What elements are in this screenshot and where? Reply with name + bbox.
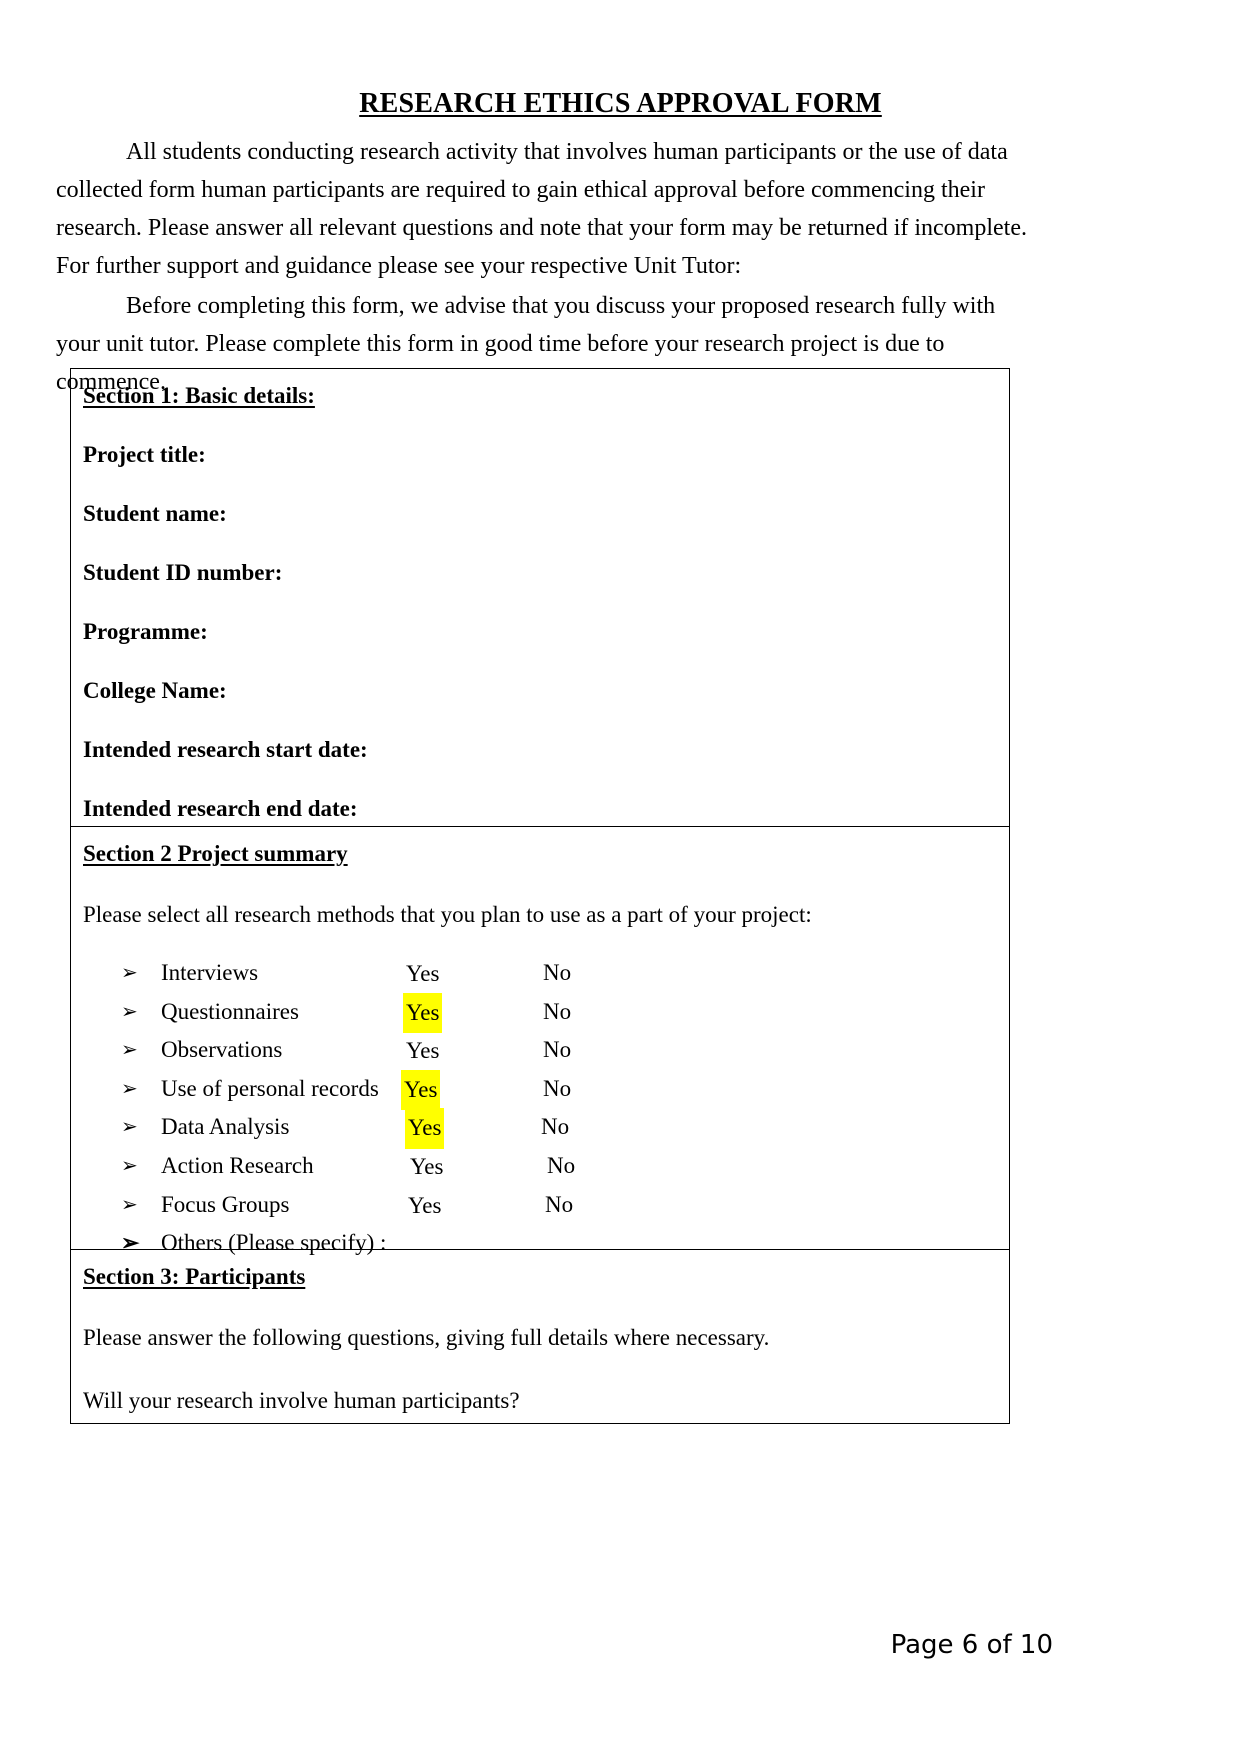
section-1-heading-text: Section 1: Basic details: [83, 383, 315, 408]
arrow-bullet-icon: ➢ [121, 1039, 138, 1062]
method-row: ➢ Interviews Yes No [83, 954, 997, 993]
method-no-option[interactable]: No [545, 1186, 573, 1225]
method-no-option[interactable]: No [543, 993, 571, 1032]
method-label: Data Analysis [161, 1114, 290, 1140]
method-no-option[interactable]: No [543, 1031, 571, 1070]
method-row: ➢ Observations Yes No [83, 1031, 997, 1070]
field-intended-research-end-date[interactable]: Intended research end date: [83, 763, 997, 822]
method-row: ➢ Focus Groups Yes No [83, 1186, 997, 1225]
arrow-bullet-icon: ➢ [121, 962, 138, 984]
arrow-bullet-icon: ➢ [121, 1000, 138, 1023]
method-yes-option[interactable]: Yes [403, 954, 442, 995]
section-3-heading-text: Section 3: Participants [83, 1264, 306, 1289]
arrow-bullet-icon: ➢ [121, 1193, 138, 1216]
section-3-participants: Section 3: Participants Please answer th… [71, 1249, 1009, 1423]
method-row-others: ➢ Others (Please specify) : [83, 1224, 997, 1263]
method-label: Use of personal records [161, 1075, 379, 1101]
method-yes-option[interactable]: Yes [405, 1186, 444, 1227]
section-1-basic-details: Section 1: Basic details: Project title:… [71, 369, 1009, 826]
research-methods-list: ➢ Interviews Yes No ➢ Questionnaires Yes No ➢ Obs… [83, 930, 997, 1263]
section-2-heading: Section 2 Project summary [83, 841, 997, 867]
arrow-bullet-icon: ➢ [121, 1077, 138, 1100]
method-yes-option[interactable]: Yes [403, 992, 443, 1034]
method-label: Action Research [161, 1152, 314, 1178]
method-label: Interviews [161, 960, 259, 985]
intro-paragraph-1: All students conducting research activit… [56, 139, 1027, 279]
method-row: ➢ Data Analysis Yes No [83, 1108, 997, 1149]
method-label-others[interactable]: Others (Please specify) : [161, 1224, 386, 1263]
method-row: ➢ Action Research Yes No [83, 1147, 997, 1186]
section-2-project-summary: Section 2 Project summary Please select … [71, 826, 1009, 1255]
method-no-option[interactable]: No [547, 1147, 575, 1186]
field-intended-research-start-date[interactable]: Intended research start date: [83, 704, 997, 763]
field-programme[interactable]: Programme: [83, 586, 997, 645]
section-3-instruction: Please answer the following questions, g… [83, 1325, 770, 1350]
page-title-text: RESEARCH ETHICS APPROVAL FORM [359, 88, 882, 119]
arrow-bullet-icon: ➢ [121, 1116, 138, 1139]
method-no-option[interactable]: No [541, 1108, 569, 1147]
method-yes-option[interactable]: Yes [405, 1108, 445, 1149]
method-no-option[interactable]: No [543, 1070, 571, 1109]
method-no-option[interactable]: No [543, 954, 571, 993]
method-label: Focus Groups [161, 1191, 290, 1217]
section-3-heading: Section 3: Participants [83, 1264, 997, 1290]
section-2-instruction: Please select all research methods that … [83, 902, 812, 927]
method-label: Questionnaires [161, 998, 299, 1024]
arrow-bullet-icon: ➢ [121, 1230, 140, 1256]
section-1-heading: Section 1: Basic details: [83, 383, 997, 409]
section-3-question-1: Will your research involve human partici… [83, 1388, 520, 1413]
section-2-heading-text: Section 2 Project summary [83, 841, 348, 866]
method-yes-option[interactable]: Yes [403, 1031, 442, 1072]
method-row: ➢ Questionnaires Yes No [83, 992, 997, 1034]
field-project-title[interactable]: Project title: [83, 409, 997, 468]
method-row: ➢ Use of personal records Yes No [83, 1069, 997, 1111]
intro-text-block: All students conducting research activit… [56, 133, 1034, 401]
field-student-name[interactable]: Student name: [83, 468, 997, 527]
method-yes-option[interactable]: Yes [407, 1147, 446, 1188]
arrow-bullet-icon: ➢ [121, 1154, 138, 1177]
method-label: Observations [161, 1037, 283, 1063]
page-title: RESEARCH ETHICS APPROVAL FORM [0, 88, 1241, 120]
page-number-footer: Page 6 of 10 [890, 1630, 1053, 1660]
field-college-name[interactable]: College Name: [83, 645, 997, 704]
method-yes-option[interactable]: Yes [401, 1069, 441, 1111]
document-page: RESEARCH ETHICS APPROVAL FORM All studen… [0, 0, 1241, 1754]
ethics-form-table: Section 1: Basic details: Project title:… [70, 368, 1010, 1424]
field-student-id-number[interactable]: Student ID number: [83, 527, 997, 586]
